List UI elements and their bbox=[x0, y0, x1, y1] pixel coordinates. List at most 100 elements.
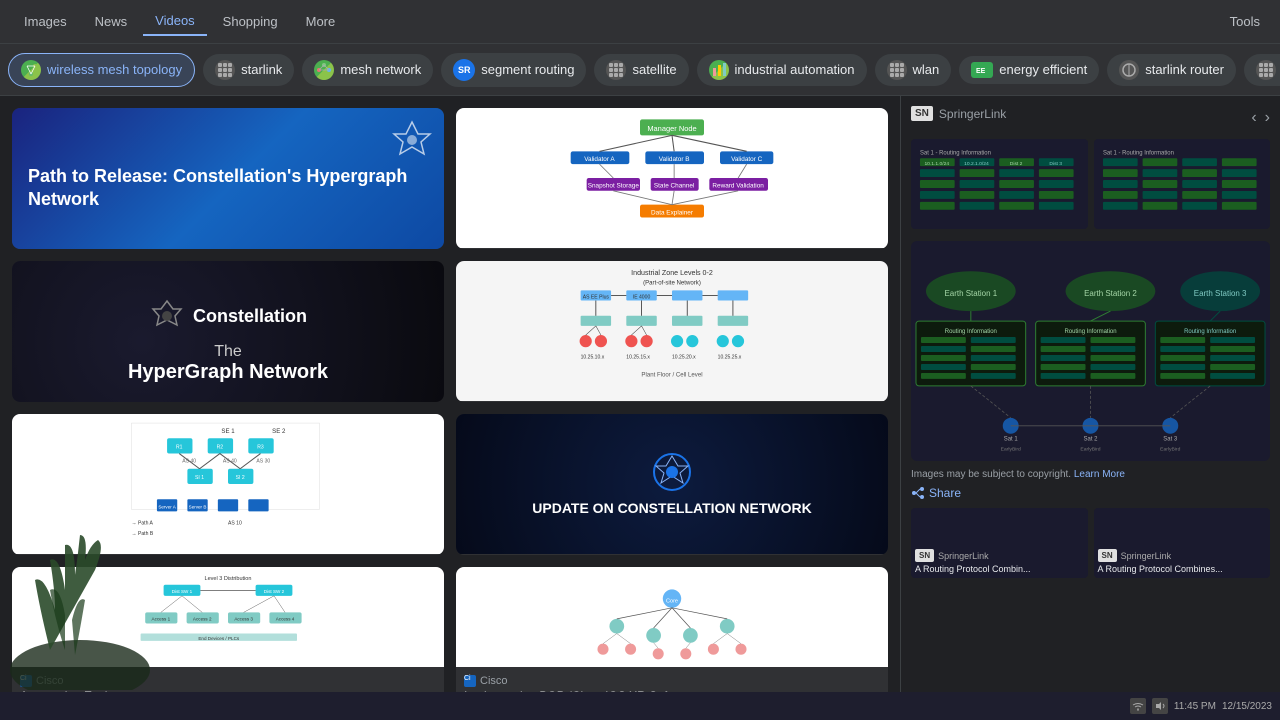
card-network-architecture[interactable]: Manager Node Validator A Validator B Val… bbox=[456, 108, 888, 249]
svg-text:Earth Station 3: Earth Station 3 bbox=[1194, 289, 1247, 298]
svg-text:SI 1: SI 1 bbox=[195, 475, 204, 481]
arrow-right[interactable]: › bbox=[1265, 109, 1270, 127]
chip-energy-efficient[interactable]: EE energy efficient bbox=[959, 56, 1099, 84]
svg-text:→ Path B: → Path B bbox=[132, 531, 154, 537]
chip-satellite[interactable]: satellite bbox=[594, 54, 688, 86]
bottom-thumb-1[interactable]: SN SpringerLink A Routing Protocol Combi… bbox=[911, 508, 1088, 578]
taskbar-wifi-icon bbox=[1130, 698, 1146, 714]
taskbar-time: 11:45 PM bbox=[1174, 701, 1216, 712]
svg-text:→ Path A: → Path A bbox=[132, 521, 154, 527]
chip-segment-routing[interactable]: SR segment routing bbox=[441, 53, 586, 87]
svg-text:Dist SW 1: Dist SW 1 bbox=[172, 589, 193, 594]
cisco-env2-thumb: Level 3 Distribution Dist SW 1 Dist SW 2… bbox=[12, 567, 444, 667]
tab-images[interactable]: Images bbox=[12, 8, 79, 35]
tab-videos[interactable]: Videos bbox=[143, 7, 207, 36]
taskbar-volume-icon bbox=[1152, 698, 1168, 714]
card-cisco-asr[interactable]: SE 1 SE 2 R1 R2 R3 SI 1 SI 2 bbox=[12, 414, 444, 555]
constellation-blue-thumb: Path to Release: Constellation's Hypergr… bbox=[12, 108, 444, 249]
right-bottom-thumbnails: SN SpringerLink A Routing Protocol Combi… bbox=[911, 508, 1270, 578]
chip-wireless-mesh-label: wireless mesh topology bbox=[47, 62, 182, 77]
svg-text:R3: R3 bbox=[257, 444, 264, 450]
svg-text:Dist 3: Dist 3 bbox=[1049, 161, 1062, 167]
chip-satellite-icon bbox=[606, 60, 626, 80]
top-navigation-bar: Images News Videos Shopping More Tools bbox=[0, 0, 1280, 44]
svg-text:EarlyBird: EarlyBird bbox=[1001, 447, 1021, 453]
chip-wlan[interactable]: wlan bbox=[875, 54, 952, 86]
card-hypergraph-dark[interactable]: Constellation The HyperGraph Network M M… bbox=[12, 261, 444, 402]
chip-starlink-icon bbox=[215, 60, 235, 80]
routing-table-thumb-1: Sat 1 - Routing Information 10.1.1.0/24 … bbox=[911, 139, 1088, 229]
chip-wan[interactable]: wan bbox=[1244, 54, 1280, 86]
svg-text:Reward Validation: Reward Validation bbox=[712, 183, 764, 190]
share-button[interactable]: Share bbox=[911, 486, 1270, 500]
chip-wlan-icon bbox=[887, 60, 907, 80]
springerlink-logo: SN bbox=[911, 106, 933, 121]
svg-text:10.25.15.x: 10.25.15.x bbox=[626, 354, 650, 360]
network-architecture-thumb: Manager Node Validator A Validator B Val… bbox=[456, 108, 888, 248]
svg-text:Validator B: Validator B bbox=[659, 156, 690, 163]
tools-button[interactable]: Tools bbox=[1222, 10, 1268, 33]
svg-text:Server B: Server B bbox=[189, 504, 207, 509]
svg-text:Earth Station 2: Earth Station 2 bbox=[1084, 289, 1137, 298]
svg-text:Industrial Zone Levels 0-2: Industrial Zone Levels 0-2 bbox=[631, 269, 713, 277]
chip-starlink-router[interactable]: starlink router bbox=[1107, 54, 1236, 86]
svg-text:Plant Floor / Cell Level: Plant Floor / Cell Level bbox=[641, 372, 702, 379]
tab-shopping[interactable]: Shopping bbox=[211, 8, 290, 35]
chip-wlan-label: wlan bbox=[913, 62, 940, 77]
svg-text:Validator A: Validator A bbox=[584, 156, 615, 163]
network-architecture-meta: © Constellation Docs - Constellatio... A… bbox=[456, 248, 888, 249]
tab-more[interactable]: More bbox=[294, 8, 348, 35]
update-constellation-meta: ▶ YouTube DAG) Hypergraph ... bbox=[456, 554, 888, 555]
constellation-card-title: Path to Release: Constellation's Hypergr… bbox=[28, 165, 428, 212]
right-panel-network-diagram: Earth Station 1 Earth Station 2 Earth St… bbox=[911, 241, 1270, 461]
chip-starlink-label: starlink bbox=[241, 62, 282, 77]
chip-starlink[interactable]: starlink bbox=[203, 54, 294, 86]
dag-hypergraph-thumb: Core bbox=[456, 567, 888, 667]
constellation-logo-icon bbox=[392, 120, 432, 160]
svg-text:Earth Station 1: Earth Station 1 bbox=[944, 289, 997, 298]
svg-text:10.25.10.x: 10.25.10.x bbox=[581, 354, 605, 360]
svg-text:SI 2: SI 2 bbox=[236, 475, 245, 481]
svg-text:Routing Information: Routing Information bbox=[1064, 329, 1116, 335]
chip-industrial-label: industrial automation bbox=[735, 62, 855, 77]
card-dag-hypergraph[interactable]: Core bbox=[456, 567, 888, 708]
svg-text:Access 4: Access 4 bbox=[276, 617, 295, 622]
bottom-thumb-2[interactable]: SN SpringerLink A Routing Protocol Combi… bbox=[1094, 508, 1271, 578]
cisco-industrial-meta: Ci Cisco Industrial Automation Environme… bbox=[456, 401, 888, 402]
cisco-industrial-thumb: Industrial Zone Levels 0-2 (Part-of-site… bbox=[456, 261, 888, 401]
svg-text:Sat 1 - Routing Information: Sat 1 - Routing Information bbox=[1102, 150, 1173, 156]
svg-text:R1: R1 bbox=[176, 444, 183, 450]
panel-nav-arrows: ‹ › bbox=[1251, 109, 1270, 127]
chip-industrial-automation[interactable]: industrial automation bbox=[697, 54, 867, 86]
copyright-notice: Images may be subject to copyright. Lear… bbox=[911, 469, 1270, 480]
taskbar-date: 12/15/2023 bbox=[1222, 701, 1272, 712]
learn-more-link[interactable]: Learn More bbox=[1074, 469, 1125, 480]
image-results-grid: Path to Release: Constellation's Hypergr… bbox=[0, 96, 900, 720]
svg-text:10.1.1.0/24: 10.1.1.0/24 bbox=[924, 161, 949, 167]
routing-table-thumb-2: Sat 1 - Routing Information bbox=[1094, 139, 1271, 229]
svg-text:EE: EE bbox=[976, 68, 986, 75]
card-update-constellation[interactable]: UPDATE ON CONSTELLATION NETWORK ▶ YouTub… bbox=[456, 414, 888, 555]
svg-text:10.25.25.x: 10.25.25.x bbox=[718, 354, 742, 360]
svg-text:Dist SW 2: Dist SW 2 bbox=[264, 589, 285, 594]
svg-text:Access 3: Access 3 bbox=[234, 617, 253, 622]
card-cisco-industrial[interactable]: Industrial Zone Levels 0-2 (Part-of-site… bbox=[456, 261, 888, 402]
search-chips-row: wireless mesh topology starlink mesh net… bbox=[0, 44, 1280, 96]
arrow-left[interactable]: ‹ bbox=[1251, 109, 1256, 127]
card-constellation-path[interactable]: Path to Release: Constellation's Hypergr… bbox=[12, 108, 444, 249]
chip-mesh-network[interactable]: mesh network bbox=[302, 54, 433, 86]
svg-text:EarlyBird: EarlyBird bbox=[1160, 447, 1180, 453]
svg-text:AS 40: AS 40 bbox=[182, 459, 196, 465]
chip-energy-label: energy efficient bbox=[999, 62, 1087, 77]
cisco-asr-thumb: SE 1 SE 2 R1 R2 R3 SI 1 SI 2 bbox=[12, 414, 444, 554]
svg-text:Server A: Server A bbox=[158, 504, 176, 509]
svg-text:Validator C: Validator C bbox=[731, 156, 763, 163]
svg-text:AS 30: AS 30 bbox=[256, 459, 270, 465]
card-cisco-env2[interactable]: Level 3 Distribution Dist SW 1 Dist SW 2… bbox=[12, 567, 444, 708]
tab-news[interactable]: News bbox=[83, 8, 140, 35]
svg-text:End Devices / PLCs: End Devices / PLCs bbox=[198, 636, 240, 641]
routing-tables-grid: Sat 1 - Routing Information 10.1.1.0/24 … bbox=[911, 139, 1270, 229]
chip-wireless-mesh-icon bbox=[21, 60, 41, 80]
svg-text:Sat 1: Sat 1 bbox=[1004, 437, 1019, 443]
chip-wireless-mesh[interactable]: wireless mesh topology bbox=[8, 53, 195, 87]
